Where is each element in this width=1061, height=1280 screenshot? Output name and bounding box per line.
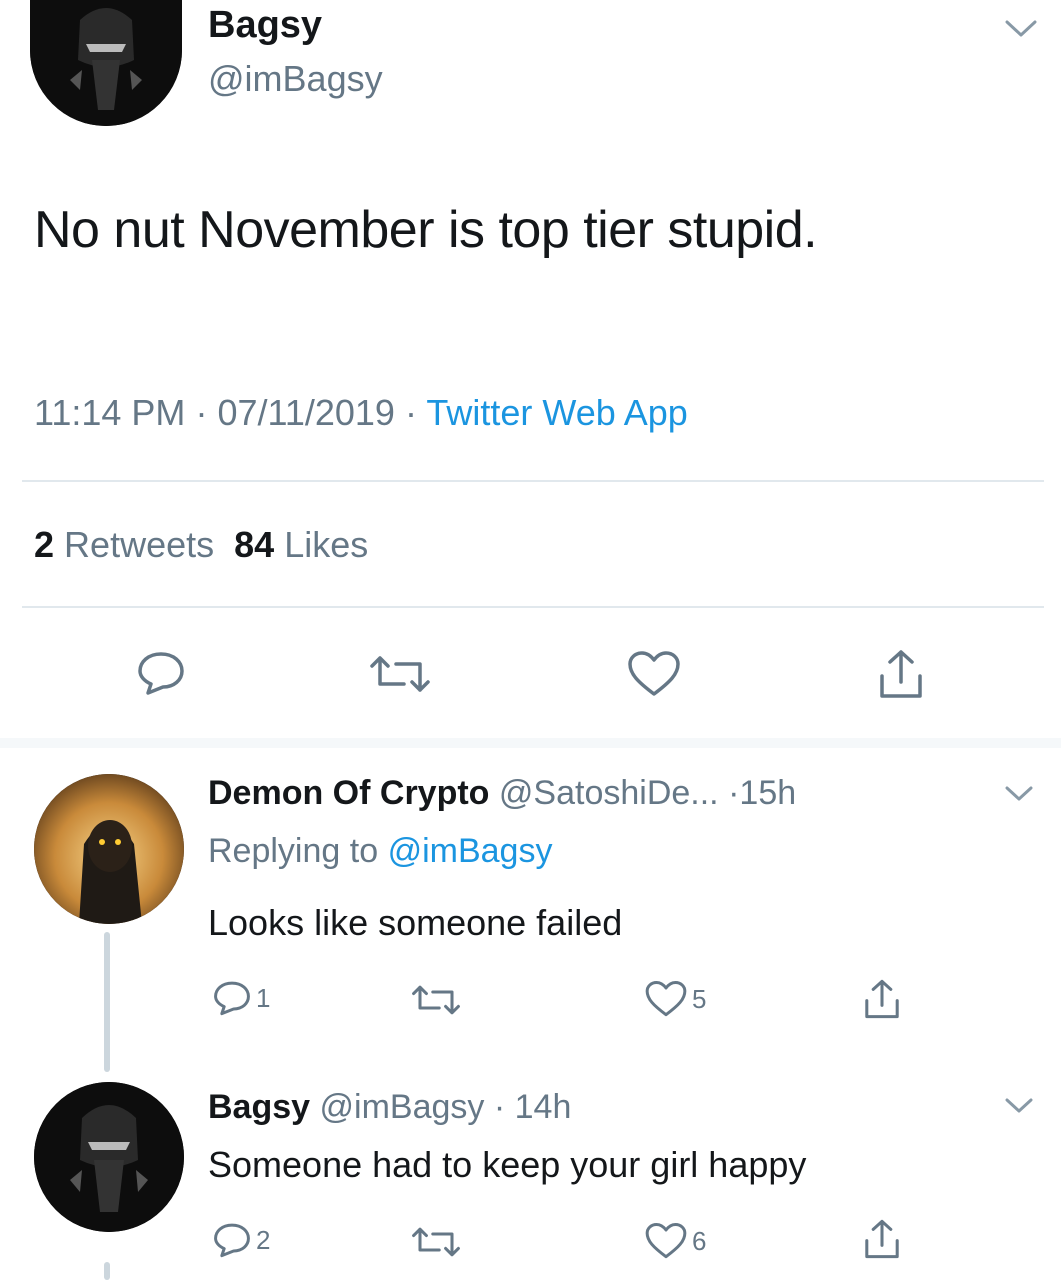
ninja-avatar-icon — [30, 0, 182, 126]
reply-header: Demon Of Crypto @SatoshiDe... ·15h — [208, 774, 796, 813]
reply-icon[interactable] — [136, 650, 186, 696]
likes-count: 84 — [234, 524, 275, 565]
share-icon[interactable] — [876, 648, 926, 700]
like-count: 6 — [692, 1225, 707, 1256]
replying-to-label: Replying to — [208, 832, 379, 870]
reply-text: Someone had to keep your girl happy — [208, 1144, 807, 1185]
share-icon[interactable] — [862, 1218, 902, 1260]
reply-age[interactable]: · 14h — [494, 1088, 572, 1126]
retweet-icon[interactable] — [412, 984, 460, 1016]
tweet-date[interactable]: 07/11/2019 — [217, 392, 395, 433]
like-icon[interactable] — [626, 650, 682, 698]
replying-to-handle[interactable]: @imBagsy — [388, 832, 553, 870]
reply-header: Bagsy @imBagsy · 14h — [208, 1088, 571, 1127]
meta-separator: · — [195, 392, 208, 433]
like-icon[interactable]: 5 — [644, 980, 706, 1018]
meta-separator: · — [404, 392, 417, 433]
like-count: 5 — [692, 983, 707, 1014]
reply-text: Looks like someone failed — [208, 902, 623, 943]
reply-count: 1 — [256, 982, 271, 1013]
likes-stat[interactable]: 84 Likes — [234, 524, 368, 565]
ninja-avatar-icon — [34, 1082, 184, 1232]
section-separator — [0, 738, 1061, 748]
divider-bottom — [22, 606, 1044, 608]
reply-icon[interactable]: 2 — [212, 1222, 270, 1258]
tweet-menu-chevron-down-icon[interactable] — [1004, 18, 1038, 40]
chevron-down-icon[interactable] — [1004, 1096, 1034, 1116]
main-tweet-text: No nut November is top tier stupid. — [34, 201, 818, 259]
tweet-meta: 11:14 PM · 07/11/2019 · Twitter Web App — [34, 392, 688, 434]
share-icon[interactable] — [862, 978, 902, 1020]
reply-avatar[interactable] — [34, 1082, 184, 1232]
reply-avatar[interactable] — [34, 774, 184, 924]
divider-top — [22, 480, 1044, 482]
thread-line — [104, 932, 110, 1072]
reply-count: 2 — [256, 1224, 271, 1255]
tweet-stats: 2 Retweets 84 Likes — [34, 524, 368, 566]
chevron-down-icon[interactable] — [1004, 784, 1034, 804]
retweets-stat[interactable]: 2 Retweets — [34, 524, 214, 565]
main-author-handle[interactable]: @imBagsy — [208, 58, 383, 100]
thread-line — [104, 1262, 110, 1280]
retweet-icon[interactable] — [412, 1226, 460, 1258]
reply-author-handle[interactable]: @imBagsy — [320, 1088, 485, 1126]
demon-avatar-icon — [34, 774, 184, 924]
retweets-count: 2 — [34, 524, 55, 565]
retweet-icon[interactable] — [370, 654, 430, 694]
tweet-source-link[interactable]: Twitter Web App — [426, 392, 687, 433]
reply-icon[interactable]: 1 — [212, 980, 270, 1016]
replying-to: Replying to @imBagsy — [208, 832, 552, 871]
retweets-label: Retweets — [64, 524, 215, 565]
likes-label: Likes — [284, 524, 369, 565]
main-author-avatar[interactable] — [30, 0, 182, 126]
reply-author-name[interactable]: Demon Of Crypto — [208, 774, 489, 812]
main-author-name[interactable]: Bagsy — [208, 4, 322, 47]
reply-author-handle[interactable]: @SatoshiDe... — [499, 774, 719, 812]
reply-age[interactable]: ·15h — [728, 774, 796, 812]
tweet-time[interactable]: 11:14 PM — [34, 392, 185, 433]
like-icon[interactable]: 6 — [644, 1222, 706, 1260]
reply-author-name[interactable]: Bagsy — [208, 1088, 310, 1126]
